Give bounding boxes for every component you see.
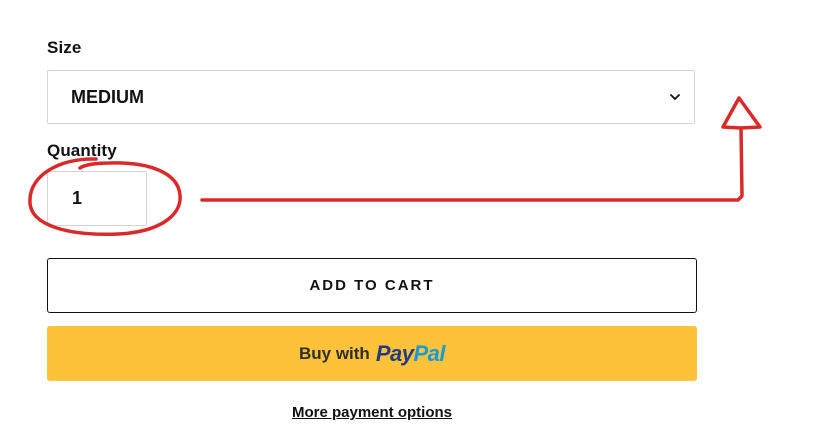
quantity-input[interactable]: 1 [47,171,147,226]
annotation-arrow-line [200,126,744,202]
paypal-logo-pay: Pay [375,340,414,366]
paypal-button[interactable]: Buy with PayPal [47,326,697,381]
paypal-logo-pal: Pal [413,340,446,366]
quantity-label: Quantity [47,141,117,160]
size-select[interactable]: MEDIUM [47,70,695,124]
more-payment-options-link[interactable]: More payment options [0,404,744,421]
size-selected-value: MEDIUM [71,87,144,107]
chevron-down-icon [670,94,680,100]
add-to-cart-button[interactable]: ADD TO CART [47,258,697,313]
annotation-arrow-head [721,96,762,130]
size-label: Size [47,38,82,57]
paypal-logo: PayPal [375,340,446,367]
quantity-value: 1 [72,188,83,208]
buy-with-label: Buy with [298,343,370,363]
